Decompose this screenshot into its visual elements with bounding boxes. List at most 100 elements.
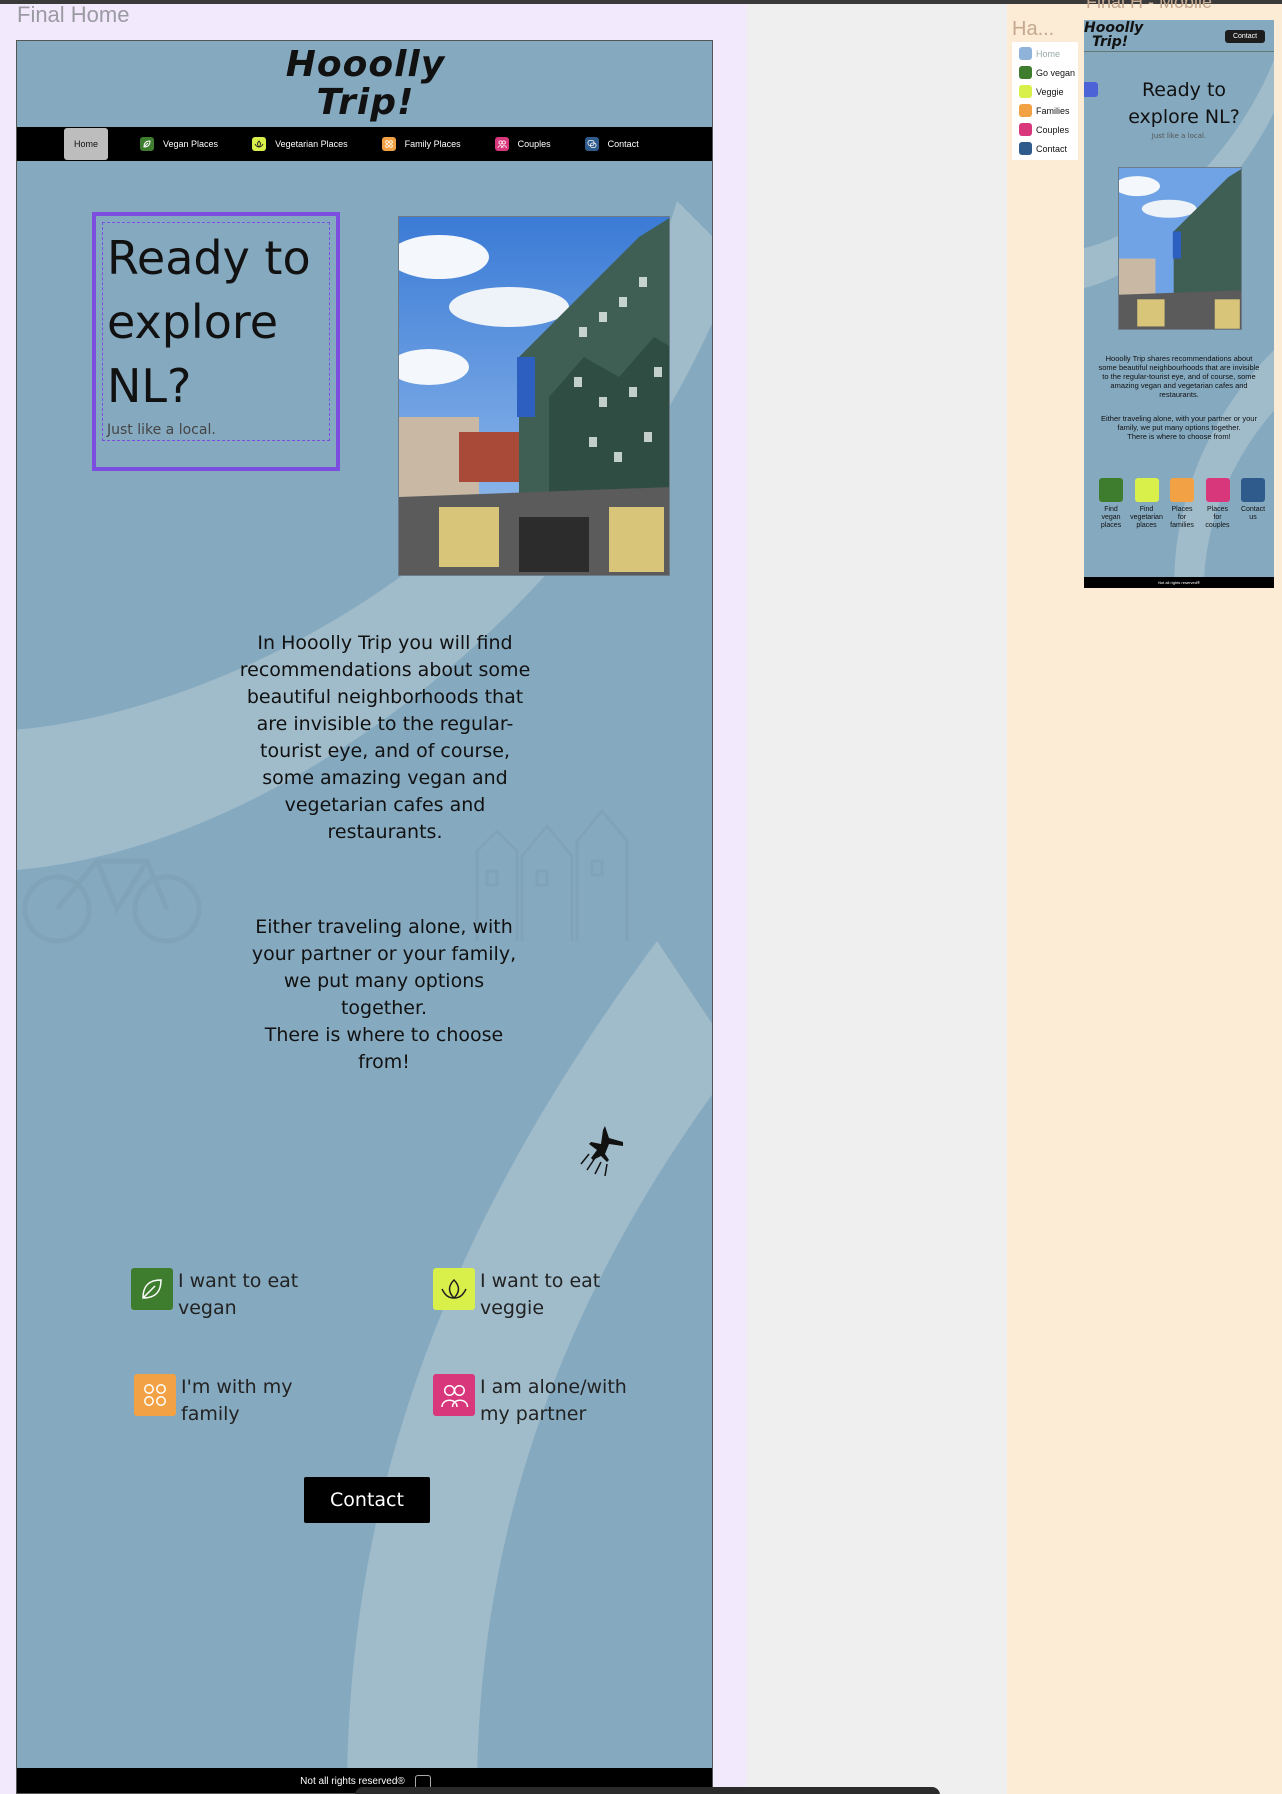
option-label: I want to eat vegan [178, 1270, 299, 1319]
menu-item-contact[interactable]: Contact [1012, 139, 1078, 158]
menu-label: Go vegan [1036, 67, 1076, 78]
hero-selected-frame[interactable]: Ready to explore NL? Just like a local. [92, 212, 340, 471]
leaf-icon [131, 1268, 173, 1310]
menu-label: Veggie [1036, 86, 1064, 97]
logo-line-1: Hooolly [285, 44, 446, 85]
nav-label: Vegan Places [163, 139, 219, 149]
mobile-logo-line-1: Hooolly [1084, 20, 1144, 36]
menu-label: Home [1036, 48, 1061, 59]
leaf-icon [140, 137, 155, 151]
mobile-option-vegetarian[interactable]: Find vegetarian places [1130, 478, 1163, 530]
family-icon [381, 137, 396, 151]
option-label: I'm with my family [181, 1376, 293, 1425]
main-nav: Home Vegan Places Vegetarian Places Fami… [17, 127, 712, 161]
mobile-zaandam-photo [1118, 167, 1242, 330]
lotus-icon [1134, 478, 1159, 502]
nav-item-home[interactable]: Home [64, 128, 109, 160]
hamburger-frame-label[interactable]: Ha... [1012, 18, 1054, 41]
lotus-icon [252, 137, 267, 151]
mobile-header-divider [1084, 51, 1274, 52]
airplane-icon [580, 1126, 623, 1176]
mobile-category-icons: Find vegan places Find vegetarian places… [1096, 478, 1268, 530]
mobile-hero-subtitle: Just like a local. [1151, 132, 1207, 140]
couple-icon [1019, 123, 1032, 136]
leaf-icon [1099, 478, 1123, 502]
desktop-home-frame: Hooolly Trip! Home Vegan Places Vegetari… [16, 40, 713, 1794]
couple-icon [1205, 478, 1230, 502]
option-vegan[interactable]: I want to eat vegan [131, 1268, 311, 1322]
nav-item-vegan-places[interactable]: Vegan Places [140, 127, 218, 161]
option-label: I want to eat veggie [480, 1270, 601, 1319]
menu-label: Contact [1036, 143, 1068, 154]
nav-item-couples[interactable]: Couples [494, 127, 551, 161]
options-paragraph-line-1: Either traveling alone, with your partne… [251, 916, 517, 1019]
menu-item-couples[interactable]: Couples [1012, 120, 1078, 139]
nav-item-vegetarian-places[interactable]: Vegetarian Places [252, 127, 348, 161]
canvas-bottom-toolbar[interactable] [355, 1787, 940, 1794]
chat-icon [584, 137, 599, 151]
mobile-contact-button[interactable]: Contact [1225, 30, 1265, 43]
mobile-option-label: Places for couples [1205, 506, 1230, 529]
mobile-option-label: Find vegetarian places [1130, 506, 1163, 529]
option-veggie[interactable]: I want to eat veggie [433, 1268, 633, 1322]
hero-title[interactable]: Ready to explore NL? [107, 226, 333, 418]
family-icon [1170, 478, 1194, 502]
leaf-icon [1019, 66, 1032, 79]
mobile-option-couples[interactable]: Places for couples [1203, 478, 1233, 530]
mobile-options-paragraph: Either traveling alone, with your partne… [1096, 414, 1262, 441]
mobile-option-label: Contact us [1240, 506, 1266, 521]
options-paragraph-line-2: There is where to choose from! [264, 1024, 504, 1073]
couple-icon [494, 137, 509, 151]
mobile-logo-line-2: Trip! [1092, 34, 1129, 50]
nav-label: Contact [607, 139, 639, 149]
nav-label: Family Places [404, 139, 461, 149]
menu-label: Couples [1036, 124, 1070, 135]
family-icon [1019, 104, 1032, 117]
mobile-option-label: Places for families [1170, 506, 1194, 529]
family-icon [134, 1374, 176, 1416]
option-family[interactable]: I'm with my family [134, 1374, 324, 1428]
mobile-options-line-1: Either traveling alone, with your partne… [1101, 414, 1257, 432]
options-paragraph: Either traveling alone, with your partne… [242, 914, 526, 1076]
intro-paragraph: In Hooolly Trip you will find recommenda… [239, 632, 531, 843]
mobile-home-frame: Hooolly Trip! Contact Ready to explore N… [1084, 20, 1274, 588]
couple-icon [433, 1374, 475, 1416]
nav-label: Home [74, 139, 99, 149]
mobile-option-label: Find vegan places [1100, 506, 1122, 529]
mobile-footer: Not all rights reserved® [1084, 577, 1274, 588]
mobile-logo[interactable]: Hooolly Trip! [1084, 21, 1143, 49]
zaandam-buildings-photo [398, 216, 670, 576]
mobile-frame-label[interactable]: Final H - Mobile [1086, 0, 1212, 13]
nav-item-family-places[interactable]: Family Places [381, 127, 461, 161]
logo-line-2: Trip! [316, 82, 415, 123]
mobile-hero-title: Ready to explore NL? [1128, 79, 1240, 128]
nav-label: Couples [517, 139, 551, 149]
lotus-icon [1019, 85, 1032, 98]
hamburger-menu: Home Go vegan Veggie Families Couples Co… [1012, 42, 1078, 160]
option-couples[interactable]: I am alone/with my partner [433, 1374, 653, 1428]
mobile-option-vegan[interactable]: Find vegan places [1096, 478, 1126, 530]
chat-icon [1019, 142, 1032, 155]
desktop-frame-label[interactable]: Final Home [17, 2, 129, 28]
nav-item-contact[interactable]: Contact [584, 127, 639, 161]
option-label: I am alone/with my partner [480, 1376, 627, 1425]
menu-item-go-vegan[interactable]: Go vegan [1012, 63, 1078, 82]
menu-item-families[interactable]: Families [1012, 101, 1078, 120]
house-icon [1019, 47, 1032, 60]
menu-label: Families [1036, 105, 1070, 116]
mobile-option-contact[interactable]: Contact us [1238, 478, 1268, 530]
menu-item-home[interactable]: Home [1012, 44, 1078, 63]
hero-subtitle: Just like a local. [107, 422, 216, 438]
mobile-footer-text: Not all rights reserved® [1158, 580, 1200, 585]
menu-item-veggie[interactable]: Veggie [1012, 82, 1078, 101]
contact-button[interactable]: Contact [304, 1477, 430, 1523]
mobile-intro-paragraph: Hooolly Trip shares recommendations abou… [1098, 354, 1260, 399]
hamburger-menu-icon[interactable] [1084, 82, 1098, 97]
chat-icon [1241, 478, 1265, 502]
lotus-icon [433, 1268, 475, 1310]
footer-text: Not all rights reserved® [300, 1776, 405, 1787]
nav-label: Vegetarian Places [275, 139, 348, 149]
mobile-option-families[interactable]: Places for families [1167, 478, 1197, 530]
hooolly-trip-logo[interactable]: Hooolly Trip! [17, 41, 712, 127]
mobile-options-line-2: There is where to choose from! [1127, 432, 1231, 441]
